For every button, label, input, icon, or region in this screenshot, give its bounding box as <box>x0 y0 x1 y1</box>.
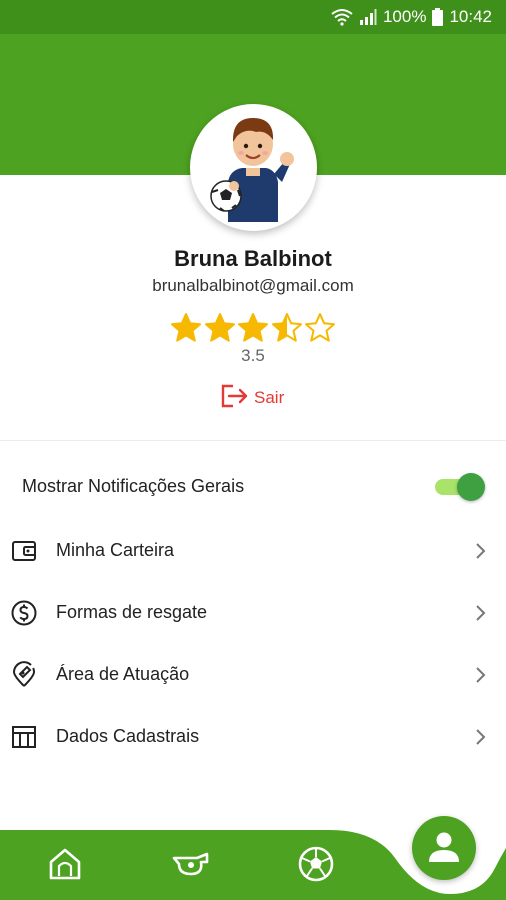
wallet-icon <box>10 537 38 565</box>
home-icon <box>45 848 85 888</box>
logout-label: Sair <box>254 388 285 407</box>
logout-button[interactable]: Sair <box>220 384 284 412</box>
star-full-icon <box>238 313 268 342</box>
whistle-icon <box>171 852 211 888</box>
logout-icon <box>220 383 250 414</box>
chevron-right-icon <box>474 541 488 561</box>
star-full-icon <box>171 313 201 342</box>
menu-item-label: Dados Cadastrais <box>56 726 200 746</box>
notifications-setting-row: Mostrar Notificações Gerais <box>0 465 506 509</box>
clock: 10:42 <box>449 7 492 26</box>
location-pin-icon <box>10 661 38 689</box>
battery-icon <box>432 8 444 26</box>
star-half-icon <box>271 313 302 342</box>
avatar-boy-with-soccer-ball-icon <box>210 118 294 222</box>
star-empty-icon <box>305 313 335 342</box>
rating-stars <box>170 312 336 344</box>
rating-value: 3.5 <box>241 346 265 365</box>
dollar-circle-icon <box>10 599 38 627</box>
status-bar: 100% 10:42 <box>0 0 506 34</box>
signal-icon <box>359 8 377 26</box>
soccer-ball-icon <box>296 846 336 888</box>
battery-percent: 100% <box>382 7 427 26</box>
notifications-toggle[interactable] <box>433 472 487 502</box>
avatar <box>190 104 317 231</box>
menu-item-area-de-atuacao[interactable]: Área de Atuação <box>0 645 506 703</box>
nav-home-button[interactable] <box>45 844 85 884</box>
divider <box>0 440 506 441</box>
notifications-label: Mostrar Notificações Gerais <box>22 476 245 496</box>
profile-email: brunalbalbinot@gmail.com <box>152 276 354 295</box>
toggle-thumb <box>457 473 485 501</box>
menu-item-dados-cadastrais[interactable]: Dados Cadastrais <box>0 707 506 765</box>
menu-item-formas-de-resgate[interactable]: Formas de resgate <box>0 583 506 641</box>
table-icon <box>10 723 38 751</box>
profile-name: Bruna Balbinot <box>174 246 332 271</box>
nav-soccer-button[interactable] <box>296 844 336 884</box>
chevron-right-icon <box>474 727 488 747</box>
nav-profile-button[interactable] <box>412 816 476 880</box>
wifi-icon <box>331 8 353 26</box>
chevron-right-icon <box>474 665 488 685</box>
menu-item-label: Minha Carteira <box>56 540 175 560</box>
chevron-right-icon <box>474 603 488 623</box>
nav-whistle-button[interactable] <box>171 844 211 884</box>
menu-item-label: Área de Atuação <box>56 664 190 684</box>
menu-item-label: Formas de resgate <box>56 602 208 622</box>
star-full-icon <box>204 313 235 342</box>
status-icons: 100% 10:42 <box>331 7 492 27</box>
menu-item-minha-carteira[interactable]: Minha Carteira <box>0 521 506 579</box>
